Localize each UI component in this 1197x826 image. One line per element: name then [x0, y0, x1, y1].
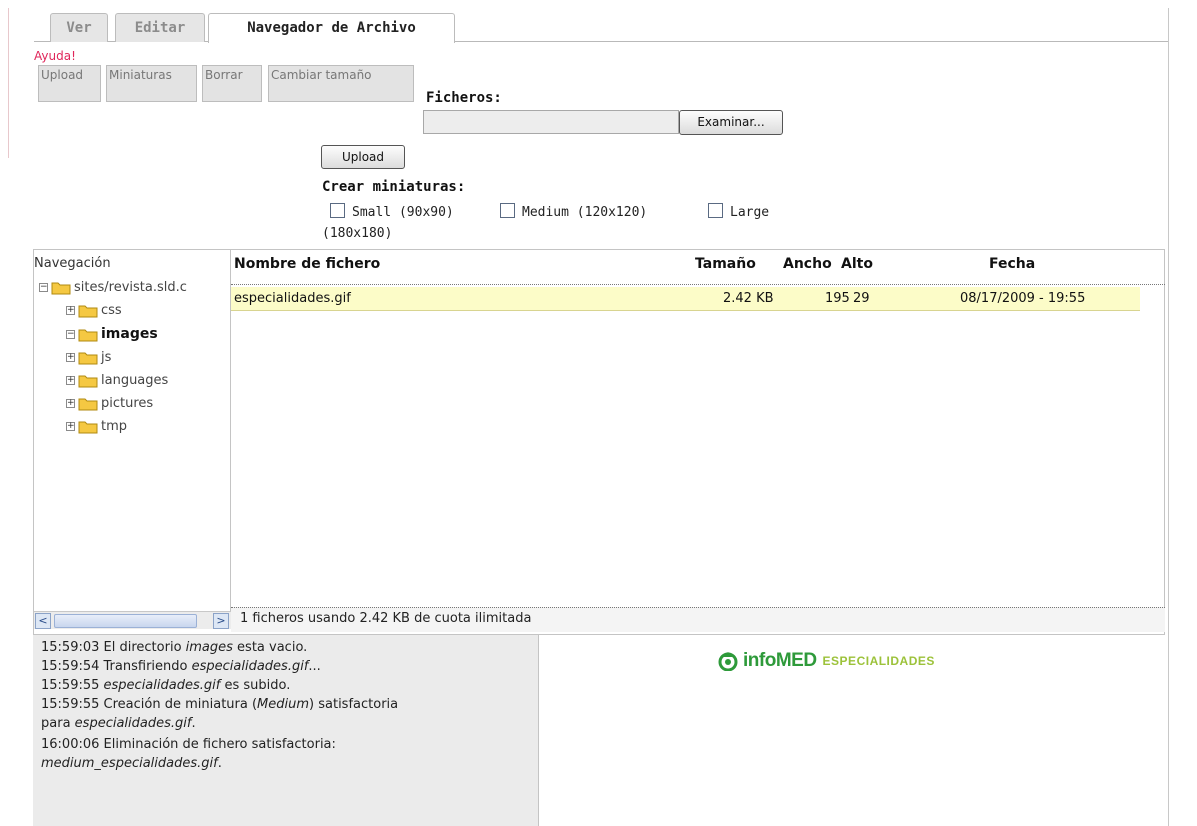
header-separator: [231, 284, 1165, 285]
navigation-title: Navegación: [34, 256, 111, 271]
folder-open-icon: [78, 329, 98, 341]
tree-folder-label: js: [101, 349, 112, 365]
files-label: Ficheros:: [426, 90, 502, 106]
tree-folder-js[interactable]: + js: [66, 346, 111, 368]
file-size-cell: 2.42 KB: [723, 291, 774, 306]
folder-icon: [78, 375, 98, 387]
folder-icon: [78, 421, 98, 433]
folder-icon: [78, 305, 98, 317]
tree-folder-images[interactable]: − images: [66, 323, 158, 345]
column-header-width[interactable]: Ancho: [783, 256, 832, 272]
create-thumbnails-label: Crear miniaturas:: [322, 179, 466, 195]
large-thumbnail-size: (180x180): [322, 226, 393, 241]
log-line: 15:59:54 Transfiriendo especialidades.gi…: [41, 659, 321, 674]
expand-icon[interactable]: +: [66, 398, 75, 408]
tab-editar[interactable]: Editar: [115, 13, 205, 42]
column-header-date[interactable]: Fecha: [989, 256, 1035, 272]
tab-navegador-de-archivo[interactable]: Navegador de Archivo: [208, 13, 455, 43]
log-line: 15:59:03 El directorio images esta vacio…: [41, 640, 308, 655]
help-link[interactable]: Ayuda!: [34, 49, 76, 63]
large-thumbnail-label: Large: [730, 205, 770, 220]
log-line: 15:59:55 Creación de miniatura (Medium) …: [41, 697, 399, 712]
expand-icon[interactable]: +: [66, 375, 75, 385]
table-row[interactable]: especialidades.gif 2.42 KB 195 29 08/17/…: [231, 287, 1140, 311]
tree-folder-css[interactable]: + css: [66, 299, 122, 321]
small-thumbnail-label: Small (90x90): [352, 205, 454, 220]
medium-thumbnail-checkbox[interactable]: [500, 203, 515, 218]
large-thumbnail-checkbox[interactable]: [708, 203, 723, 218]
delete-tool-button[interactable]: Borrar: [202, 65, 262, 102]
column-header-height[interactable]: Alto: [841, 256, 873, 272]
file-width-cell: 195: [825, 291, 850, 306]
tree-folder-label: languages: [101, 372, 169, 388]
collapse-icon[interactable]: −: [66, 329, 75, 339]
preview-image: infoMED ESPECIALIDADES: [717, 650, 935, 672]
log-line: medium_especialidades.gif.: [41, 756, 222, 771]
scrollbar-thumb[interactable]: [54, 614, 197, 628]
resize-tool-button[interactable]: Cambiar tamaño: [268, 65, 414, 102]
tab-ver[interactable]: Ver: [50, 13, 108, 42]
scroll-left-icon[interactable]: <: [35, 613, 51, 629]
tree-folder-label: pictures: [101, 395, 154, 411]
collapse-icon[interactable]: −: [39, 282, 48, 292]
log-line: 16:00:06 Eliminación de fichero satisfac…: [41, 737, 336, 752]
file-date-cell: 08/17/2009 - 19:55: [960, 291, 1086, 306]
file-height-cell: 29: [853, 291, 870, 306]
file-path-input[interactable]: [423, 110, 679, 134]
tree-folder-label: images: [101, 326, 158, 342]
navigation-pane: [33, 249, 231, 611]
logo-subtitle: ESPECIALIDADES: [822, 654, 935, 668]
log-line: para especialidades.gif.: [41, 716, 196, 731]
expand-icon[interactable]: +: [66, 421, 75, 431]
tree-root[interactable]: − sites/revista.sld.c: [39, 276, 187, 298]
tree-root-label: sites/revista.sld.c: [74, 279, 187, 295]
upload-tool-button[interactable]: Upload: [38, 65, 101, 102]
folder-icon: [78, 352, 98, 364]
log-line: 15:59:55 especialidades.gif es subido.: [41, 678, 291, 693]
medium-thumbnail-label: Medium (120x120): [522, 205, 648, 220]
page-left-border: [8, 8, 9, 158]
tree-folder-label: tmp: [101, 418, 128, 434]
scroll-right-icon[interactable]: >: [213, 613, 229, 629]
upload-submit-button[interactable]: Upload: [321, 145, 405, 169]
browse-button[interactable]: Examinar...: [679, 110, 783, 135]
small-thumbnail-checkbox[interactable]: [330, 203, 345, 218]
tree-folder-pictures[interactable]: + pictures: [66, 392, 153, 414]
thumbnails-tool-button[interactable]: Miniaturas: [106, 65, 197, 102]
expand-icon[interactable]: +: [66, 305, 75, 315]
infomed-logo-icon: [718, 652, 738, 671]
expand-icon[interactable]: +: [66, 352, 75, 362]
tree-folder-tmp[interactable]: + tmp: [66, 415, 127, 437]
column-header-name[interactable]: Nombre de fichero: [234, 256, 380, 272]
folder-open-icon: [51, 282, 71, 294]
column-header-size[interactable]: Tamaño: [695, 256, 756, 272]
quota-status: 1 ficheros usando 2.42 KB de cuota ilimi…: [231, 607, 1165, 632]
navigation-horizontal-scrollbar[interactable]: < >: [34, 611, 231, 629]
folder-icon: [78, 398, 98, 410]
file-name-cell: especialidades.gif: [234, 291, 351, 306]
tree-folder-languages[interactable]: + languages: [66, 369, 168, 391]
logo-word: infoMED: [743, 650, 817, 671]
page-right-border: [1168, 8, 1169, 826]
tree-folder-label: css: [101, 302, 122, 318]
